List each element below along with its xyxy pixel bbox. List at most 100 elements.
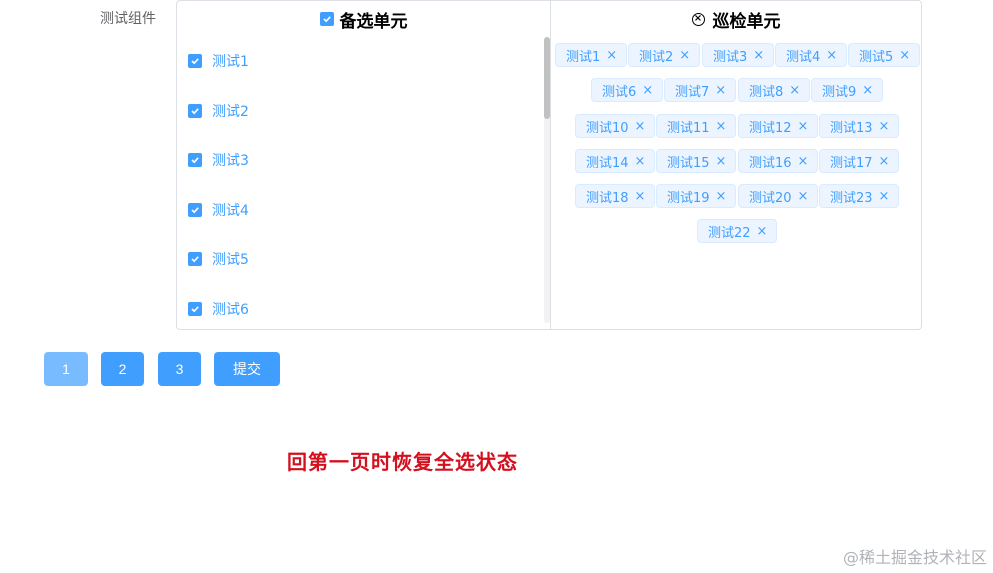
selected-tag: 测试3 × <box>702 43 775 67</box>
close-icon[interactable]: × <box>716 190 727 203</box>
selected-tag: 测试8 × <box>738 78 811 102</box>
close-icon[interactable]: × <box>679 49 690 62</box>
tag-label: 测试20 <box>749 190 792 206</box>
selected-tag: 测试4 × <box>775 43 848 67</box>
close-icon[interactable]: × <box>757 225 768 238</box>
close-icon[interactable]: × <box>715 84 726 97</box>
selected-tag: 测试18 × <box>575 184 656 208</box>
circle-close-icon[interactable]: × <box>691 12 705 26</box>
close-icon[interactable]: × <box>642 84 653 97</box>
close-icon[interactable]: × <box>826 49 837 62</box>
close-icon[interactable]: × <box>716 155 727 168</box>
tag-label: 测试1 <box>566 49 601 65</box>
close-icon[interactable]: × <box>606 49 617 62</box>
close-icon[interactable]: × <box>635 120 646 133</box>
page-3-button[interactable]: 3 <box>158 352 201 386</box>
inspection-panel-title: 巡检单元 <box>712 11 781 32</box>
list-item[interactable]: 测试2 <box>188 101 249 121</box>
selected-tag: 测试7 × <box>664 78 737 102</box>
list-item-label: 测试2 <box>212 104 249 120</box>
close-icon[interactable]: × <box>879 155 890 168</box>
list-item-label: 测试4 <box>212 203 249 219</box>
inspection-panel: × 巡检单元 测试1 × 测试2 × 测试3 × 测试4 × 测试5 × 测试6 × 测试7… <box>551 1 921 329</box>
tag-label: 测试19 <box>667 190 710 206</box>
checkbox-checked-icon[interactable] <box>188 302 202 316</box>
tag-label: 测试5 <box>859 49 894 65</box>
close-icon[interactable]: × <box>899 49 910 62</box>
selected-tag: 测试19 × <box>656 184 737 208</box>
list-item[interactable]: 测试5 <box>188 249 249 269</box>
close-icon[interactable]: × <box>716 120 727 133</box>
list-item-label: 测试3 <box>212 153 249 169</box>
tag-label: 测试4 <box>786 49 821 65</box>
submit-button[interactable]: 提交 <box>214 352 280 386</box>
tag-label: 测试23 <box>830 190 873 206</box>
tag-label: 测试15 <box>667 155 710 171</box>
selected-tag: 测试22 × <box>697 219 778 243</box>
selected-tag: 测试5 × <box>848 43 921 67</box>
list-item-label: 测试1 <box>212 54 249 70</box>
selected-tag: 测试14 × <box>575 149 656 173</box>
tag-label: 测试14 <box>586 155 629 171</box>
tag-label: 测试9 <box>822 84 857 100</box>
tag-label: 测试8 <box>749 84 784 100</box>
close-icon[interactable]: × <box>789 84 800 97</box>
selected-tag: 测试12 × <box>738 114 819 138</box>
close-icon[interactable]: × <box>862 84 873 97</box>
tag-label: 测试10 <box>586 120 629 136</box>
tag-label: 测试13 <box>830 120 873 136</box>
checkbox-checked-icon[interactable] <box>188 54 202 68</box>
transfer-panel: 备选单元 测试1 测试2 测试3 测试4 测试5 测试6 × 巡检单元 测试1 … <box>176 0 922 330</box>
tag-label: 测试17 <box>830 155 873 171</box>
close-icon[interactable]: × <box>798 120 809 133</box>
page-2-button[interactable]: 2 <box>101 352 144 386</box>
list-item[interactable]: 测试6 <box>188 299 249 319</box>
close-icon[interactable]: × <box>635 190 646 203</box>
tag-label: 测试6 <box>602 84 637 100</box>
candidate-panel-header: 备选单元 <box>177 7 550 32</box>
selected-tag: 测试16 × <box>738 149 819 173</box>
candidate-list: 测试1 测试2 测试3 测试4 测试5 测试6 <box>177 37 543 325</box>
list-scrollbar[interactable] <box>544 37 550 323</box>
selected-tag: 测试15 × <box>656 149 737 173</box>
list-item-label: 测试5 <box>212 252 249 268</box>
selected-tag: 测试23 × <box>819 184 900 208</box>
list-item[interactable]: 测试4 <box>188 200 249 220</box>
tag-label: 测试12 <box>749 120 792 136</box>
tag-label: 测试16 <box>749 155 792 171</box>
selected-tag: 测试6 × <box>591 78 664 102</box>
list-item[interactable]: 测试3 <box>188 150 249 170</box>
checkbox-checked-icon[interactable] <box>188 252 202 266</box>
selected-tag: 测试9 × <box>811 78 884 102</box>
close-icon[interactable]: × <box>635 155 646 168</box>
tag-label: 测试11 <box>667 120 710 136</box>
form-label: 测试组件 <box>100 11 156 27</box>
close-icon[interactable]: × <box>753 49 764 62</box>
tag-label: 测试18 <box>586 190 629 206</box>
list-item[interactable]: 测试1 <box>188 51 249 71</box>
close-icon[interactable]: × <box>798 190 809 203</box>
select-all-checkbox-icon[interactable] <box>319 12 334 26</box>
selected-tag: 测试10 × <box>575 114 656 138</box>
selected-tag: 测试17 × <box>819 149 900 173</box>
watermark: @稀土掘金技术社区 <box>842 548 987 567</box>
close-icon[interactable]: × <box>879 190 890 203</box>
page: 测试组件 备选单元 测试1 测试2 测试3 测试4 测试5 测试6 × 巡检单元… <box>0 0 993 573</box>
selected-tag: 测试11 × <box>656 114 737 138</box>
selected-tag: 测试1 × <box>555 43 628 67</box>
close-icon[interactable]: × <box>798 155 809 168</box>
list-item-label: 测试6 <box>212 302 249 318</box>
candidate-panel-title: 备选单元 <box>339 11 408 32</box>
annotation-text: 回第一页时恢复全选状态 <box>287 450 518 474</box>
tag-label: 测试7 <box>675 84 710 100</box>
close-icon[interactable]: × <box>879 120 890 133</box>
page-1-button[interactable]: 1 <box>44 352 88 386</box>
scrollbar-thumb[interactable] <box>544 37 550 119</box>
tag-label: 测试2 <box>639 49 674 65</box>
checkbox-checked-icon[interactable] <box>188 104 202 118</box>
selected-tag: 测试20 × <box>738 184 819 208</box>
checkbox-checked-icon[interactable] <box>188 153 202 167</box>
candidate-panel: 备选单元 测试1 测试2 测试3 测试4 测试5 测试6 <box>177 1 551 329</box>
tag-label: 测试22 <box>708 225 751 241</box>
checkbox-checked-icon[interactable] <box>188 203 202 217</box>
